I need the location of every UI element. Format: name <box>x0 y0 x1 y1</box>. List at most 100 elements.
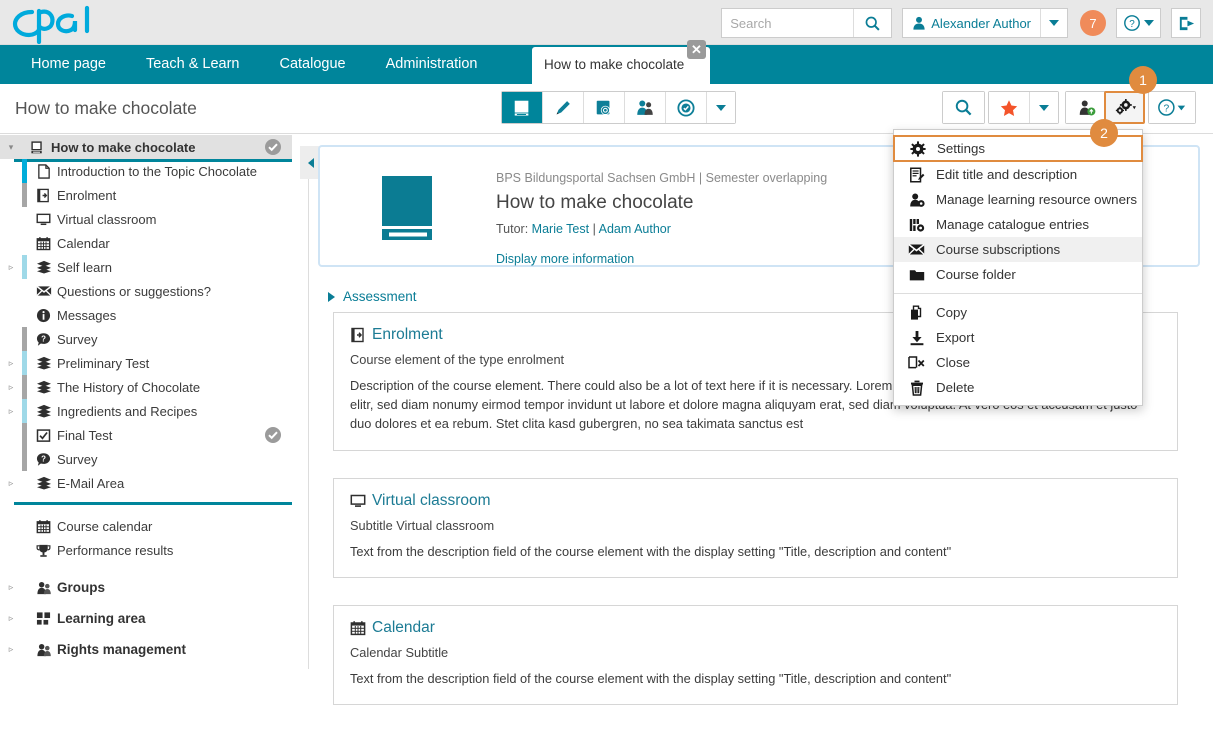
menu-item-export[interactable]: Export <box>894 325 1142 350</box>
sidebar-item-learning-area[interactable]: ▹ Learning area <box>0 603 292 634</box>
course-tab-label: How to make chocolate <box>544 57 684 72</box>
tutor-link-2[interactable]: Adam Author <box>599 222 671 236</box>
sidebar-item-ingredients-recipes[interactable]: ▹ Ingredients and Recipes <box>0 399 292 423</box>
course-search-toolbar <box>942 91 985 124</box>
course-element-title[interactable]: Virtual classroom <box>372 492 491 510</box>
sidebar-item-introduction[interactable]: Introduction to the Topic Chocolate <box>0 159 292 183</box>
more-tools-caret[interactable] <box>707 92 735 123</box>
members-button[interactable] <box>625 92 666 123</box>
chevron-right-icon[interactable]: ▹ <box>0 644 22 655</box>
menu-item-delete[interactable]: Delete <box>894 375 1142 400</box>
menu-item-edit-title-description[interactable]: Edit title and description <box>894 162 1142 187</box>
status-edge <box>22 471 27 495</box>
bookmark-caret[interactable] <box>1030 92 1058 123</box>
sidebar-item-label: How to make chocolate <box>48 140 195 155</box>
menu-item-label: Delete <box>936 380 974 395</box>
sidebar-item-virtual-classroom[interactable]: Virtual classroom <box>0 207 292 231</box>
menu-item-course-folder[interactable]: Course folder <box>894 262 1142 287</box>
close-icon[interactable]: ✕ <box>687 40 706 59</box>
nav-item-administration[interactable]: Administration <box>366 45 498 84</box>
nav-item-catalogue[interactable]: Catalogue <box>259 45 365 84</box>
course-tab[interactable]: How to make chocolate ✕ <box>532 47 710 84</box>
layers-icon <box>33 356 54 370</box>
help-menu-button[interactable]: ? <box>1116 8 1161 38</box>
opal-logo[interactable] <box>10 2 95 44</box>
sidebar-item-label: Self learn <box>54 260 112 275</box>
user-menu-caret[interactable] <box>1040 9 1067 37</box>
sidebar-item-label: Course calendar <box>54 519 152 534</box>
user-menu-button[interactable]: Alexander Author <box>903 9 1040 37</box>
user-menu-group: Alexander Author <box>902 8 1068 38</box>
nav-item-home[interactable]: Home page <box>11 45 126 84</box>
course-element-description: Text from the description field of the c… <box>350 542 1161 561</box>
sidebar-item-course-root[interactable]: ▾ How to make chocolate <box>0 135 292 159</box>
sidebar-item-enrolment[interactable]: Enrolment <box>0 183 292 207</box>
sidebar-item-final-test[interactable]: Final Test <box>0 423 292 447</box>
status-edge <box>22 255 27 279</box>
course-view-button[interactable] <box>502 92 543 123</box>
edit-button[interactable] <box>543 92 584 123</box>
top-header: Alexander Author 7 ? <box>0 0 1213 45</box>
sidebar-item-survey-2[interactable]: ? Survey <box>0 447 292 471</box>
sidebar-item-label: Calendar <box>54 236 110 251</box>
sidebar-item-email-area[interactable]: ▹ E-Mail Area <box>0 471 292 495</box>
question-circle-icon: ? <box>1157 98 1187 117</box>
header-right-controls: Alexander Author 7 ? <box>721 8 1201 38</box>
chevron-right-icon[interactable]: ▹ <box>0 478 22 489</box>
tutor-link-1[interactable]: Marie Test <box>532 222 589 236</box>
menu-item-close[interactable]: Close <box>894 350 1142 375</box>
sidebar-item-preliminary-test[interactable]: ▹ Preliminary Test <box>0 351 292 375</box>
certificate-button[interactable] <box>666 92 707 123</box>
sidebar-item-survey-1[interactable]: ? Survey <box>0 327 292 351</box>
course-main-toolbar <box>501 91 736 124</box>
course-settings-button[interactable] <box>1106 93 1143 122</box>
bookmark-button[interactable] <box>989 92 1030 123</box>
catalogue-gear-icon <box>908 217 925 233</box>
chevron-right-icon[interactable]: ▹ <box>0 406 22 417</box>
chevron-right-icon[interactable]: ▹ <box>0 262 22 273</box>
display-more-information-link[interactable]: Display more information <box>496 252 634 266</box>
sidebar-item-groups[interactable]: ▹ Groups <box>0 572 292 603</box>
users-icon <box>33 580 54 596</box>
status-badge <box>264 426 282 444</box>
folder-icon <box>908 268 925 282</box>
menu-item-course-subscriptions[interactable]: Course subscriptions <box>894 237 1142 262</box>
menu-item-manage-learning-resource-owners[interactable]: Manage learning resource owners <box>894 187 1142 212</box>
chevron-right-icon[interactable]: ▹ <box>0 358 22 369</box>
course-element-title[interactable]: Calendar <box>372 619 435 637</box>
content-divider <box>308 179 309 669</box>
monitor-icon <box>33 212 54 227</box>
sidebar-item-messages[interactable]: Messages <box>0 303 292 327</box>
preview-button[interactable] <box>584 92 625 123</box>
nav-item-teach-learn[interactable]: Teach & Learn <box>126 45 260 84</box>
assessment-label: Assessment <box>343 289 417 304</box>
chevron-right-icon[interactable]: ▹ <box>0 582 22 593</box>
search-course-button[interactable] <box>943 92 984 123</box>
sidebar-item-calendar[interactable]: Calendar <box>0 231 292 255</box>
book-icon <box>378 174 440 242</box>
sidebar-item-course-calendar[interactable]: Course calendar <box>0 514 292 538</box>
chevron-right-icon[interactable]: ▹ <box>0 613 22 624</box>
chevron-right-icon[interactable]: ▹ <box>0 382 22 393</box>
sidebar-item-questions[interactable]: Questions or suggestions? <box>0 279 292 303</box>
menu-item-manage-catalogue-entries[interactable]: Manage catalogue entries <box>894 212 1142 237</box>
menu-item-copy[interactable]: Copy <box>894 300 1142 325</box>
logout-icon <box>1177 14 1196 33</box>
course-settings-dropdown: Settings Edit title and description <box>893 129 1143 406</box>
sidebar-item-label: Survey <box>54 332 97 347</box>
layers-icon <box>33 476 54 490</box>
help-button[interactable]: ? <box>1149 92 1195 123</box>
search-input[interactable] <box>722 9 853 37</box>
sidebar-item-performance-results[interactable]: Performance results <box>0 538 292 562</box>
status-edge <box>22 423 27 447</box>
chevron-down-icon[interactable]: ▾ <box>0 142 22 153</box>
logout-button[interactable] <box>1171 8 1201 38</box>
question-circle-icon: ? <box>1123 14 1141 32</box>
sidebar-item-rights-management[interactable]: ▹ Rights management <box>0 634 292 665</box>
search-submit-button[interactable] <box>853 9 891 37</box>
sidebar-item-label: Virtual classroom <box>54 212 156 227</box>
sidebar-item-history-of-chocolate[interactable]: ▹ The History of Chocolate <box>0 375 292 399</box>
notification-badge[interactable]: 7 <box>1080 10 1106 36</box>
course-element-title[interactable]: Enrolment <box>372 326 443 344</box>
sidebar-item-self-learn[interactable]: ▹ Self learn <box>0 255 292 279</box>
